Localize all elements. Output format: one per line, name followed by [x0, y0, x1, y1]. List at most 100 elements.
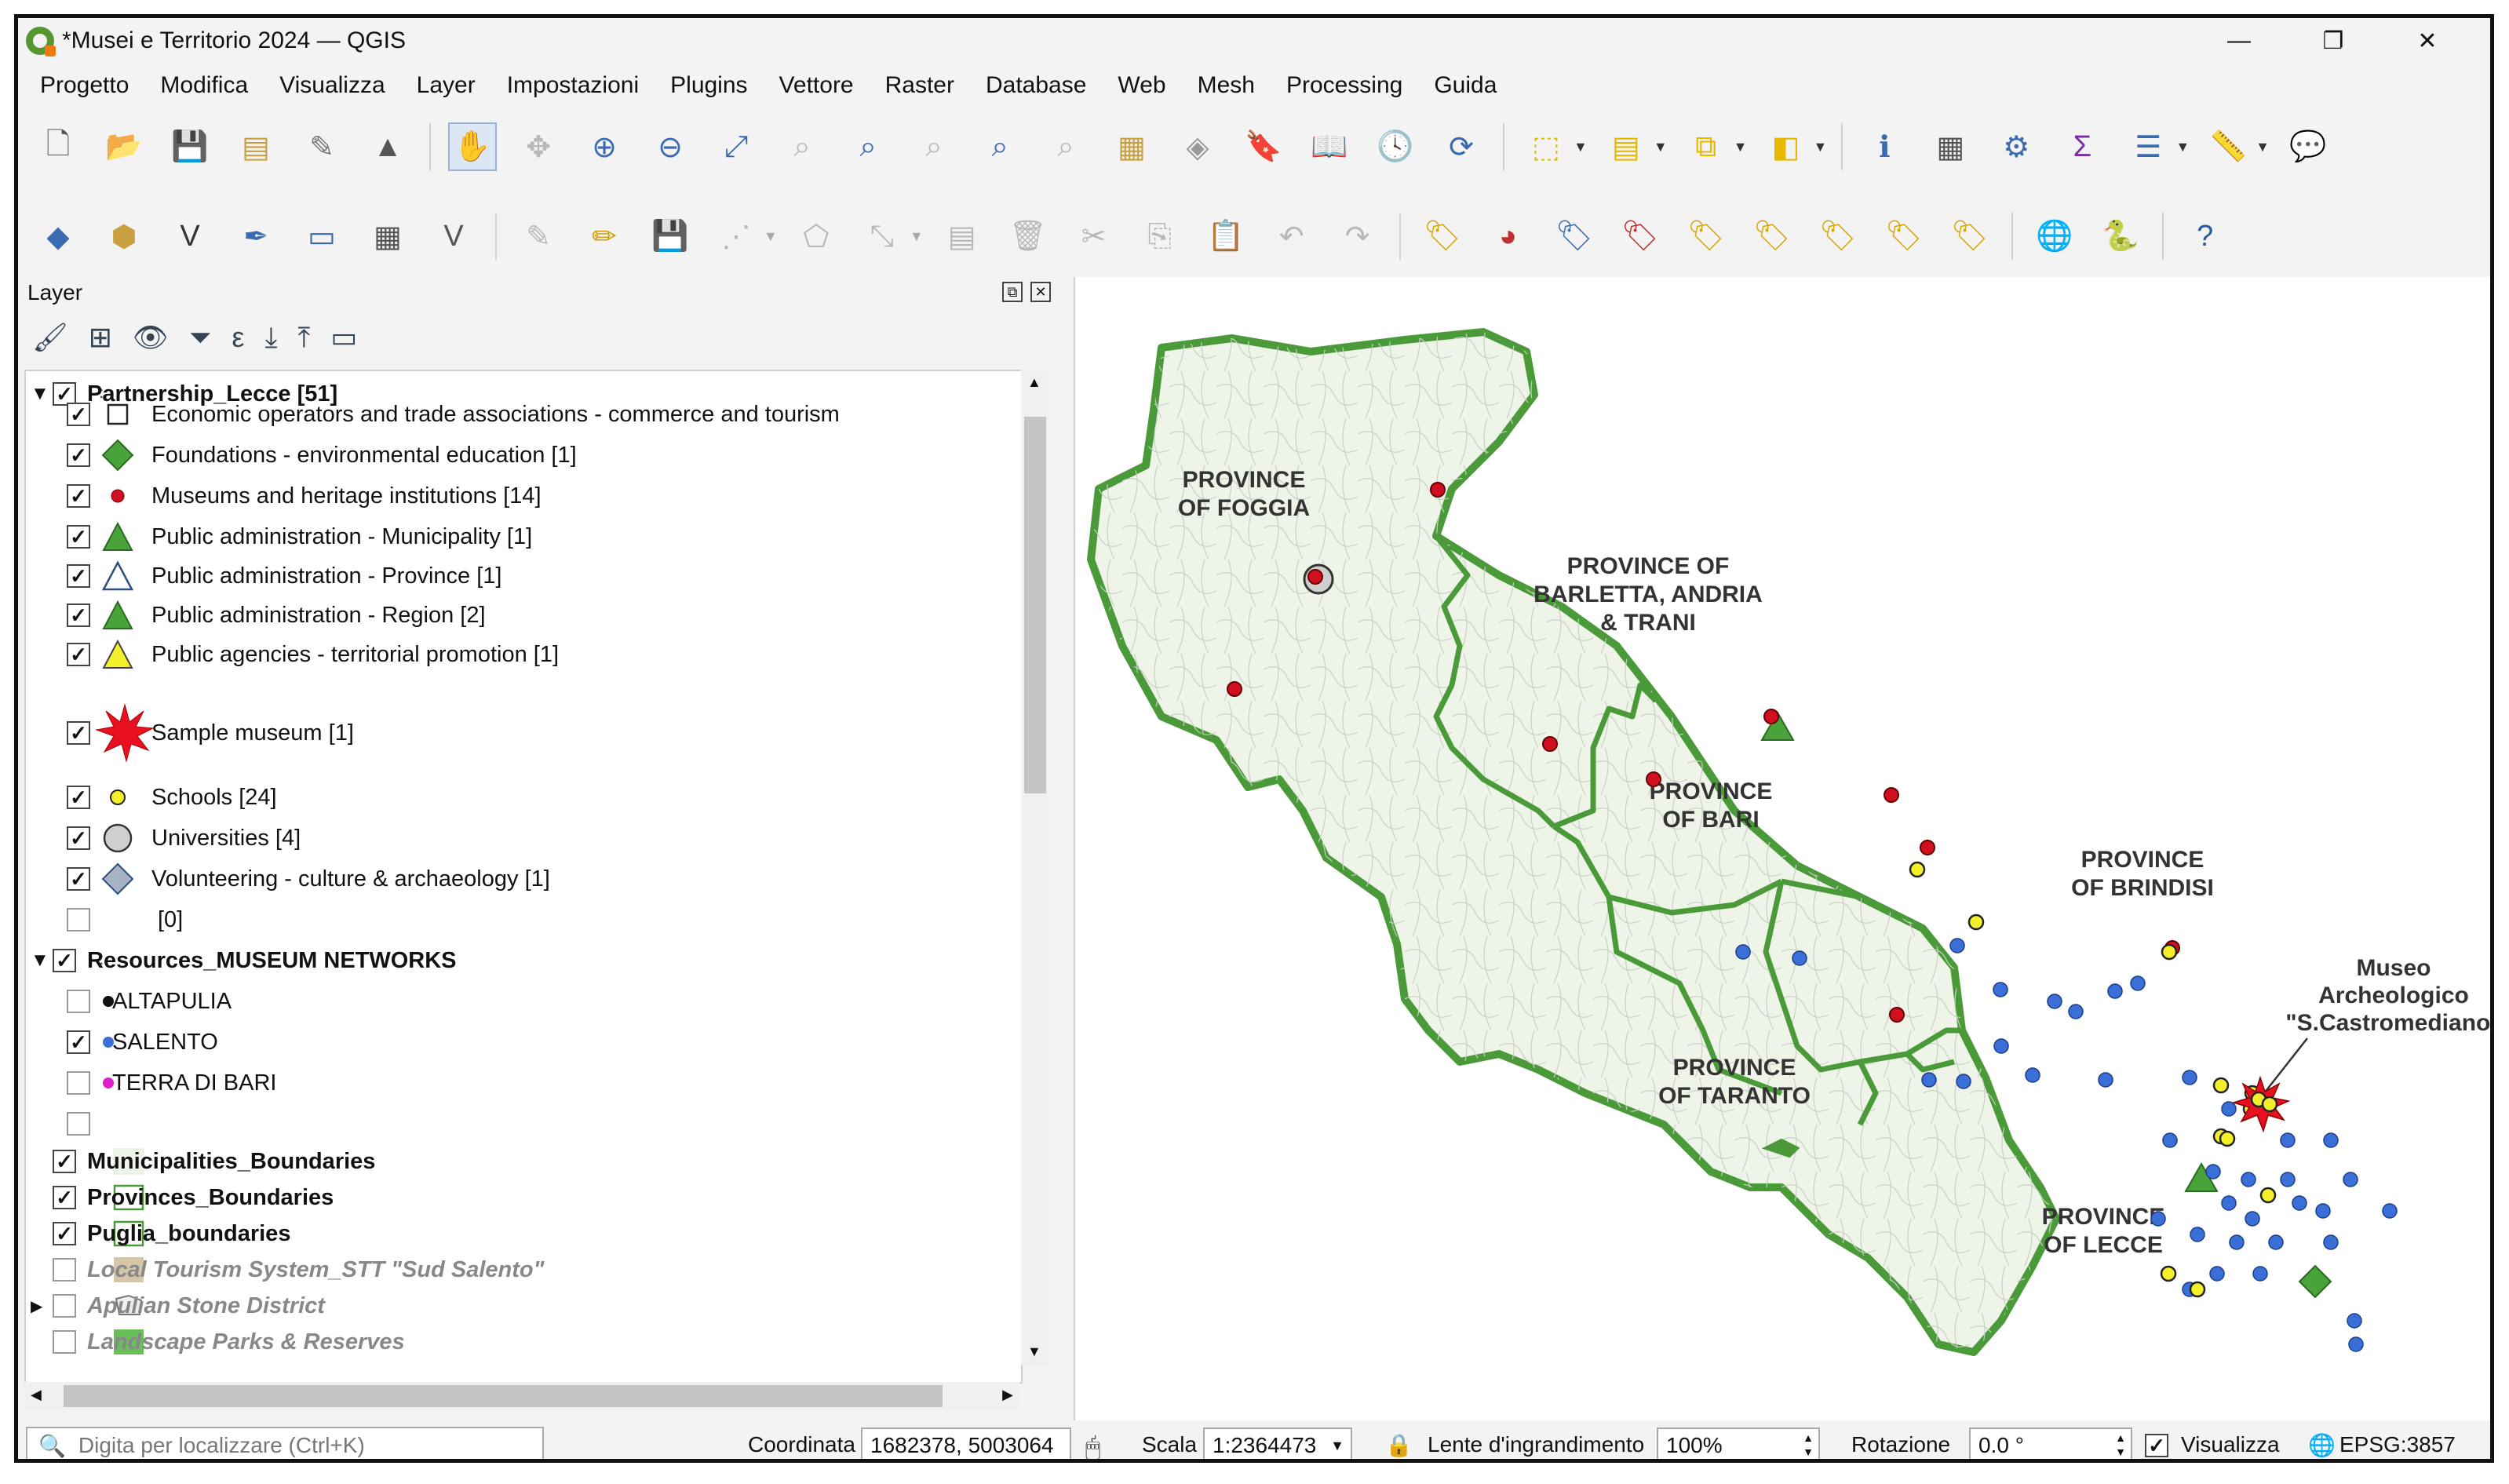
- chevron-down-icon[interactable]: ▼: [1734, 139, 1748, 155]
- attribute-table-icon[interactable]: ▦: [1926, 122, 1975, 171]
- zoom-full-icon[interactable]: ⤢: [712, 122, 760, 171]
- layer-checkbox[interactable]: [53, 1294, 76, 1318]
- expand-all-icon[interactable]: ⤓: [264, 321, 277, 355]
- legend-checkbox[interactable]: ✓: [67, 643, 90, 666]
- layer-checkbox[interactable]: ✓: [53, 949, 76, 972]
- add-raster-icon[interactable]: ▦: [363, 212, 412, 261]
- chevron-down-icon[interactable]: ▼: [2175, 139, 2190, 155]
- remove-layer-icon[interactable]: ▭: [330, 321, 357, 355]
- menu-vettore[interactable]: Vettore: [779, 72, 854, 99]
- menu-modifica[interactable]: Modifica: [160, 72, 248, 99]
- undo-icon[interactable]: ↶: [1267, 212, 1316, 261]
- spin-buttons-icon[interactable]: ▲ ▼: [1803, 1431, 1814, 1459]
- scrollbar-thumb[interactable]: [1024, 417, 1046, 793]
- data-source-manager-icon[interactable]: ◆: [34, 212, 82, 261]
- chevron-down-icon[interactable]: ▼: [910, 228, 924, 245]
- move-label-icon[interactable]: 🏷: [1814, 212, 1862, 261]
- menu-plugins[interactable]: Plugins: [670, 72, 747, 99]
- help-icon[interactable]: ?: [2181, 212, 2230, 261]
- collapse-arrow-icon[interactable]: ▶: [31, 1296, 42, 1316]
- menu-processing[interactable]: Processing: [1286, 72, 1402, 99]
- add-group-icon[interactable]: ⊞: [89, 321, 112, 355]
- digitize-line-icon[interactable]: ⋰: [712, 212, 760, 261]
- new-3d-view-icon[interactable]: ◈: [1173, 122, 1222, 171]
- pan-to-selection-icon[interactable]: ✥: [514, 122, 563, 171]
- highlight-pinned-labels-icon[interactable]: 🏷: [1616, 212, 1665, 261]
- pin-labels-icon[interactable]: 🏷: [1682, 212, 1730, 261]
- refresh-icon[interactable]: ⟳: [1437, 122, 1486, 171]
- legend-checkbox[interactable]: ✓: [67, 603, 90, 627]
- vertical-scrollbar[interactable]: ▲ ▼: [1021, 370, 1049, 1365]
- new-project-icon[interactable]: 🗋: [34, 122, 82, 171]
- crs-globe-icon[interactable]: 🌐: [2308, 1432, 2336, 1458]
- rotate-label-icon[interactable]: 🏷: [1880, 212, 1928, 261]
- zoom-in-icon[interactable]: ⊕: [580, 122, 629, 171]
- layer-checkbox[interactable]: ✓: [53, 1150, 76, 1173]
- zoom-to-layer-icon[interactable]: ⌕: [844, 122, 892, 171]
- show-bookmarks-icon[interactable]: 📖: [1305, 122, 1354, 171]
- zoom-to-selection-icon[interactable]: ⌕: [778, 122, 826, 171]
- chevron-down-icon[interactable]: ▼: [1813, 139, 1827, 155]
- layer-checkbox[interactable]: ✓: [53, 1186, 76, 1209]
- legend-checkbox[interactable]: ✓: [67, 525, 90, 549]
- horizontal-scrollbar[interactable]: ◀ ▶: [24, 1382, 1019, 1410]
- legend-checkbox[interactable]: ✓: [67, 403, 90, 426]
- collapse-all-icon[interactable]: ⤒: [297, 321, 310, 355]
- map-canvas[interactable]: PROVINCE OF FOGGIA PROVINCE OF BARLETTA,…: [1074, 277, 2490, 1420]
- open-layer-styling-icon[interactable]: 🖌: [32, 321, 68, 355]
- legend-checkbox[interactable]: [67, 1071, 90, 1095]
- chevron-down-icon[interactable]: ▼: [1574, 139, 1588, 155]
- scroll-right-icon[interactable]: ▶: [1002, 1387, 1013, 1403]
- new-map-view-icon[interactable]: ▦: [1107, 122, 1156, 171]
- legend-checkbox[interactable]: ✓: [67, 443, 90, 467]
- vertex-tool-icon[interactable]: ⤡: [858, 212, 906, 261]
- legend-checkbox[interactable]: ✓: [67, 826, 90, 850]
- temporal-controller-icon[interactable]: 🕓: [1371, 122, 1420, 171]
- chevron-down-icon[interactable]: ▼: [764, 228, 778, 245]
- close-panel-icon[interactable]: ✕: [1030, 282, 1051, 302]
- map-tips-icon[interactable]: 💬: [2284, 122, 2332, 171]
- minimize-button[interactable]: —: [2192, 18, 2286, 64]
- scroll-up-icon[interactable]: ▲: [1027, 374, 1041, 391]
- coordinate-field[interactable]: 1682378, 5003064: [861, 1427, 1071, 1459]
- scroll-down-icon[interactable]: ▼: [1027, 1344, 1041, 1360]
- rotation-field[interactable]: 0.0 ° ▲ ▼: [1969, 1427, 2132, 1459]
- menu-visualizza[interactable]: Visualizza: [279, 72, 385, 99]
- scrollbar-thumb[interactable]: [64, 1385, 943, 1407]
- identify-features-icon[interactable]: ℹ: [1860, 122, 1909, 171]
- crs-label[interactable]: EPSG:3857: [2339, 1432, 2456, 1457]
- statistics-icon[interactable]: Σ: [2058, 122, 2106, 171]
- lock-scale-icon[interactable]: 🔒: [1385, 1432, 1413, 1458]
- legend-checkbox[interactable]: ✓: [67, 867, 90, 891]
- expand-arrow-icon[interactable]: ▼: [31, 950, 49, 972]
- add-vector-icon[interactable]: V: [429, 212, 478, 261]
- new-bookmark-icon[interactable]: 🔖: [1239, 122, 1288, 171]
- filter-legend-icon[interactable]: ⏷: [189, 321, 212, 355]
- filter-by-expression-icon[interactable]: ε: [232, 321, 244, 355]
- style-manager-icon[interactable]: ▲: [363, 122, 412, 171]
- change-label-icon[interactable]: 🏷: [1946, 212, 1994, 261]
- label-toolbar-icon[interactable]: 🏷: [1418, 212, 1467, 261]
- new-virtual-layer-icon[interactable]: ▭: [297, 212, 346, 261]
- select-by-value-icon[interactable]: ▤: [1602, 122, 1650, 171]
- expand-arrow-icon[interactable]: ▼: [31, 383, 49, 405]
- render-checkbox[interactable]: ✓: [2145, 1434, 2168, 1457]
- legend-checkbox[interactable]: [67, 908, 90, 932]
- legend-checkbox[interactable]: ✓: [67, 721, 90, 745]
- current-edits-icon[interactable]: ✎: [514, 212, 563, 261]
- spin-buttons-icon[interactable]: ▲ ▼: [2115, 1431, 2126, 1459]
- zoom-native-icon[interactable]: ⌕: [910, 122, 958, 171]
- deselect-features-icon[interactable]: ⧉: [1682, 122, 1730, 171]
- layout-manager-icon[interactable]: ✎: [297, 122, 346, 171]
- legend-checkbox[interactable]: [67, 990, 90, 1013]
- show-hide-labels-icon[interactable]: 🏷: [1748, 212, 1796, 261]
- save-edits-icon[interactable]: 💾: [646, 212, 695, 261]
- legend-checkbox[interactable]: ✓: [67, 564, 90, 588]
- delete-selected-icon[interactable]: 🗑: [1004, 212, 1052, 261]
- layer-checkbox[interactable]: [53, 1330, 76, 1354]
- redo-icon[interactable]: ↷: [1333, 212, 1382, 261]
- manage-map-themes-icon[interactable]: 👁: [133, 321, 169, 355]
- menu-guida[interactable]: Guida: [1434, 72, 1497, 99]
- toggle-extents-icon[interactable]: 🖱: [1085, 1432, 1100, 1459]
- measure-line-icon[interactable]: 📏: [2204, 122, 2252, 171]
